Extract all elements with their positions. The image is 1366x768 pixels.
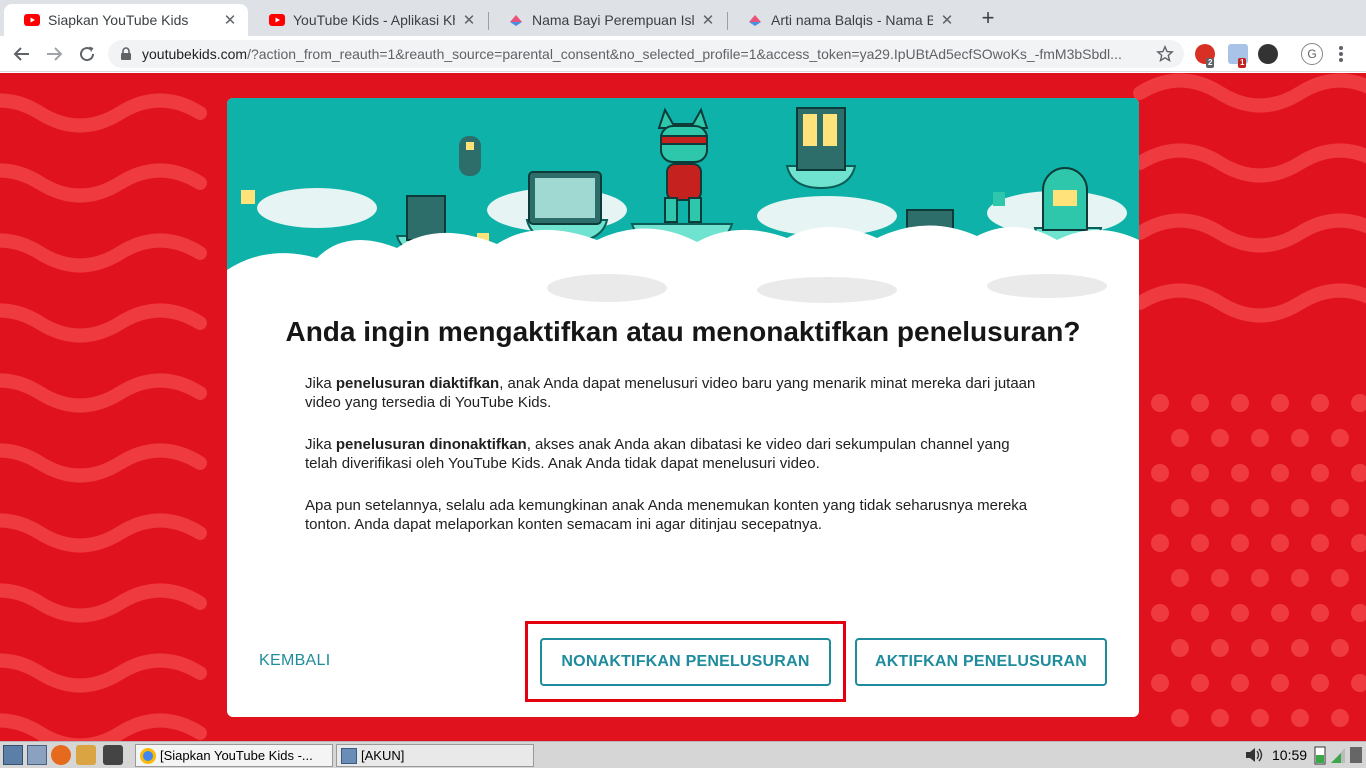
tab-title: Nama Bayi Perempuan Isl [532,12,694,28]
bookmark-star-icon[interactable] [1156,45,1174,63]
dialog-body: Jika penelusuran diaktifkan, anak Anda d… [305,374,1045,557]
youtube-favicon-icon [24,14,40,26]
tab-title: Siapkan YouTube Kids [48,12,189,28]
profile-avatar[interactable]: G [1301,43,1323,65]
file-manager-icon[interactable] [27,745,47,765]
paragraph-disclaimer: Apa pun setelannya, selalu ada kemungkin… [305,497,1028,533]
tab-title: Arti nama Balqis - Nama B [771,12,933,28]
tab-youtube-kids-aplikasi[interactable]: YouTube Kids - Aplikasi Kh ✕ [249,4,487,36]
screenshot-tool-icon[interactable] [103,745,123,765]
extension-badge: 2 [1206,58,1215,68]
back-arrow-icon[interactable] [10,42,34,66]
youtube-favicon-icon [269,14,285,26]
tab-siapkan-youtube-kids[interactable]: Siapkan YouTube Kids ✕ [4,4,248,36]
forward-arrow-icon[interactable] [42,42,66,66]
address-bar[interactable]: youtubekids.com/?action_from_reauth=1&re… [108,40,1184,68]
annotation-highlight-box [525,621,846,702]
clock: 10:59 [1272,747,1308,763]
chrome-icon [140,747,156,764]
tab-arti-nama-balqis[interactable]: Arti nama Balqis - Nama B ✕ [727,4,965,36]
tab-close-icon[interactable]: ✕ [939,11,955,29]
hero-illustration [227,98,1139,303]
paragraph-search-off: Jika penelusuran dinonaktifkan, akses an… [305,436,1010,472]
new-tab-plus-icon[interactable]: + [976,6,1000,30]
reload-icon[interactable] [75,42,99,66]
notification-icon[interactable] [1350,747,1362,763]
url-text: youtubekids.com/?action_from_reauth=1&re… [142,46,1122,62]
paragraph-search-on: Jika penelusuran diaktifkan, anak Anda d… [305,375,1036,411]
extension-badge: 1 [1238,58,1247,68]
menu-kebab-icon[interactable] [1338,45,1344,63]
window-icon [341,747,357,764]
volume-icon[interactable] [1244,746,1264,764]
cat-app-icon[interactable] [76,745,96,765]
enable-search-button[interactable]: AKTIFKAN PENELUSURAN [855,638,1107,686]
show-desktop-icon[interactable] [3,745,23,765]
tab-title: YouTube Kids - Aplikasi Kh [293,12,455,28]
os-taskbar: [Siapkan YouTube Kids -... [AKUN] 10:59 [0,741,1366,768]
back-button[interactable]: KEMBALI [259,652,330,670]
browser-toolbar: youtubekids.com/?action_from_reauth=1&re… [0,36,1366,72]
tab-close-icon[interactable]: ✕ [222,11,238,29]
network-signal-icon[interactable] [1330,746,1346,764]
extension-ninja-icon[interactable] [1258,44,1278,64]
lock-icon [121,47,131,60]
site-favicon-icon [749,15,761,26]
battery-icon[interactable] [1314,745,1326,765]
taskbar-task-chrome[interactable]: [Siapkan YouTube Kids -... [135,744,333,767]
firefox-icon[interactable] [51,745,71,765]
tab-strip: Siapkan YouTube Kids ✕ YouTube Kids - Ap… [0,0,1366,36]
tab-close-icon[interactable]: ✕ [700,11,716,29]
dialog-title: Anda ingin mengaktifkan atau menonaktifk… [285,316,1081,347]
tab-nama-bayi[interactable]: Nama Bayi Perempuan Isl ✕ [488,4,726,36]
taskbar-task-akun[interactable]: [AKUN] [336,744,534,767]
tab-close-icon[interactable]: ✕ [461,11,477,29]
site-favicon-icon [510,15,522,26]
